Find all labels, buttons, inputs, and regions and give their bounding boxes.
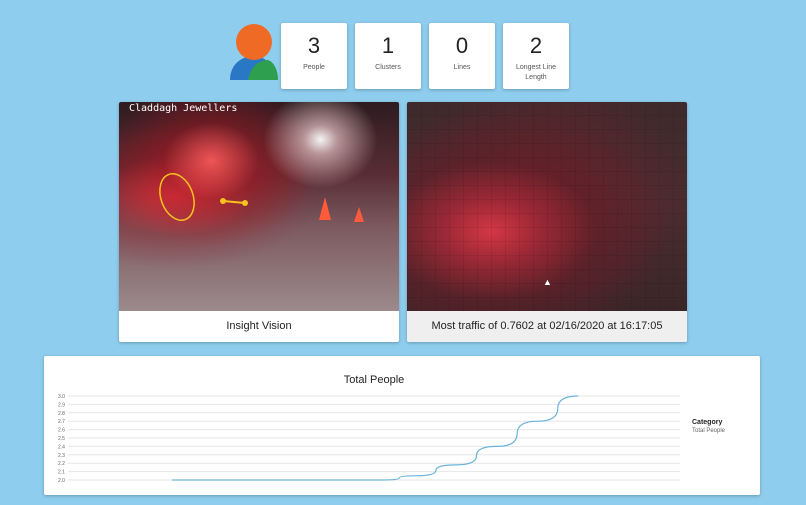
camera-feed: Claddagh Jewellers	[119, 102, 399, 311]
stat-label-clusters: Clusters	[375, 64, 401, 71]
y-tick-label: 2.6	[58, 428, 65, 434]
y-tick-label: 2.7	[58, 419, 65, 425]
camera-caption: Insight Vision	[226, 320, 292, 332]
stat-value-lines: 0	[455, 33, 469, 58]
stat-value-people: 3	[307, 33, 321, 58]
y-tick-label: 2.8	[58, 411, 65, 417]
y-tick-label: 3.0	[58, 394, 65, 400]
heatmap-panel: ▲ Most traffic of 0.7602 at 02/16/2020 a…	[407, 102, 687, 342]
legend-title: Category	[692, 419, 723, 426]
stat-card-lines: 0 Lines	[429, 23, 495, 89]
stat-label-people: People	[303, 64, 325, 71]
chart-card: Total People 3.0 2.9 2.8 2.7 2.6 2.5 2.4 2.3 2.2…	[44, 356, 760, 495]
y-tick-label: 2.0	[58, 478, 65, 484]
camera-panel: Claddagh Jewellers Insight Vision	[119, 102, 399, 342]
stat-card-clusters: 1 Clusters	[355, 23, 421, 89]
cursor-icon: ▲	[543, 277, 552, 287]
y-tick-label: 2.1	[58, 470, 65, 476]
stat-label-longest-line: Longest Line Length	[515, 64, 557, 81]
detection-overlay	[159, 173, 364, 222]
stat-label-lines: Lines	[453, 64, 471, 71]
stat-card-people: 3 People	[281, 23, 347, 89]
stat-card-longest-line: 2 Longest Line Length	[503, 23, 569, 89]
heatmap-caption: Most traffic of 0.7602 at 02/16/2020 at …	[407, 311, 687, 342]
y-tick-label: 2.9	[58, 402, 65, 408]
y-tick-label: 2.3	[58, 453, 65, 459]
camera-overlay-text: Claddagh Jewellers	[129, 103, 238, 114]
chart-legend: Category Total People	[692, 419, 725, 434]
total-people-chart: 3.0 2.9 2.8 2.7 2.6 2.5 2.4 2.3 2.2 2.1 2.0	[58, 394, 680, 484]
heatmap-image: ▲	[407, 102, 687, 311]
stat-value-longest-line: 2	[529, 33, 543, 58]
y-tick-label: 2.5	[58, 436, 65, 442]
y-tick-label: 2.2	[58, 461, 65, 467]
y-tick-label: 2.4	[58, 444, 65, 450]
dashboard-page: 3 People 1 Clusters 0 Lines 2 Longest Li…	[0, 0, 806, 505]
people-logo-icon	[230, 24, 278, 80]
legend-item-total-people: Total People	[692, 428, 726, 434]
stat-value-clusters: 1	[381, 33, 395, 58]
